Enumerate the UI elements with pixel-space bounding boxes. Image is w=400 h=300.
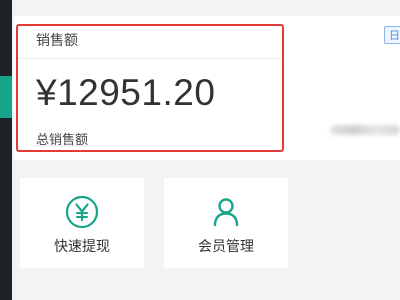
quick-withdraw-label: 快速提现 (54, 239, 110, 255)
period-tag[interactable]: 日 (384, 26, 400, 44)
member-management-label: 会员管理 (198, 239, 254, 255)
divider (18, 58, 282, 59)
blurred-text (330, 125, 400, 135)
sales-subtitle: 总销售额 (36, 133, 89, 148)
sales-title: 销售额 (36, 33, 78, 49)
sidebar-active-indicator (0, 76, 12, 118)
sidebar-strip (0, 0, 12, 300)
sales-amount: ¥12951.20 (36, 72, 216, 113)
yen-coin-icon (65, 195, 99, 229)
user-icon (213, 198, 239, 227)
member-management-tile[interactable]: 会员管理 (164, 178, 288, 268)
page-background (14, 274, 400, 300)
quick-withdraw-tile[interactable]: 快速提现 (20, 178, 144, 268)
